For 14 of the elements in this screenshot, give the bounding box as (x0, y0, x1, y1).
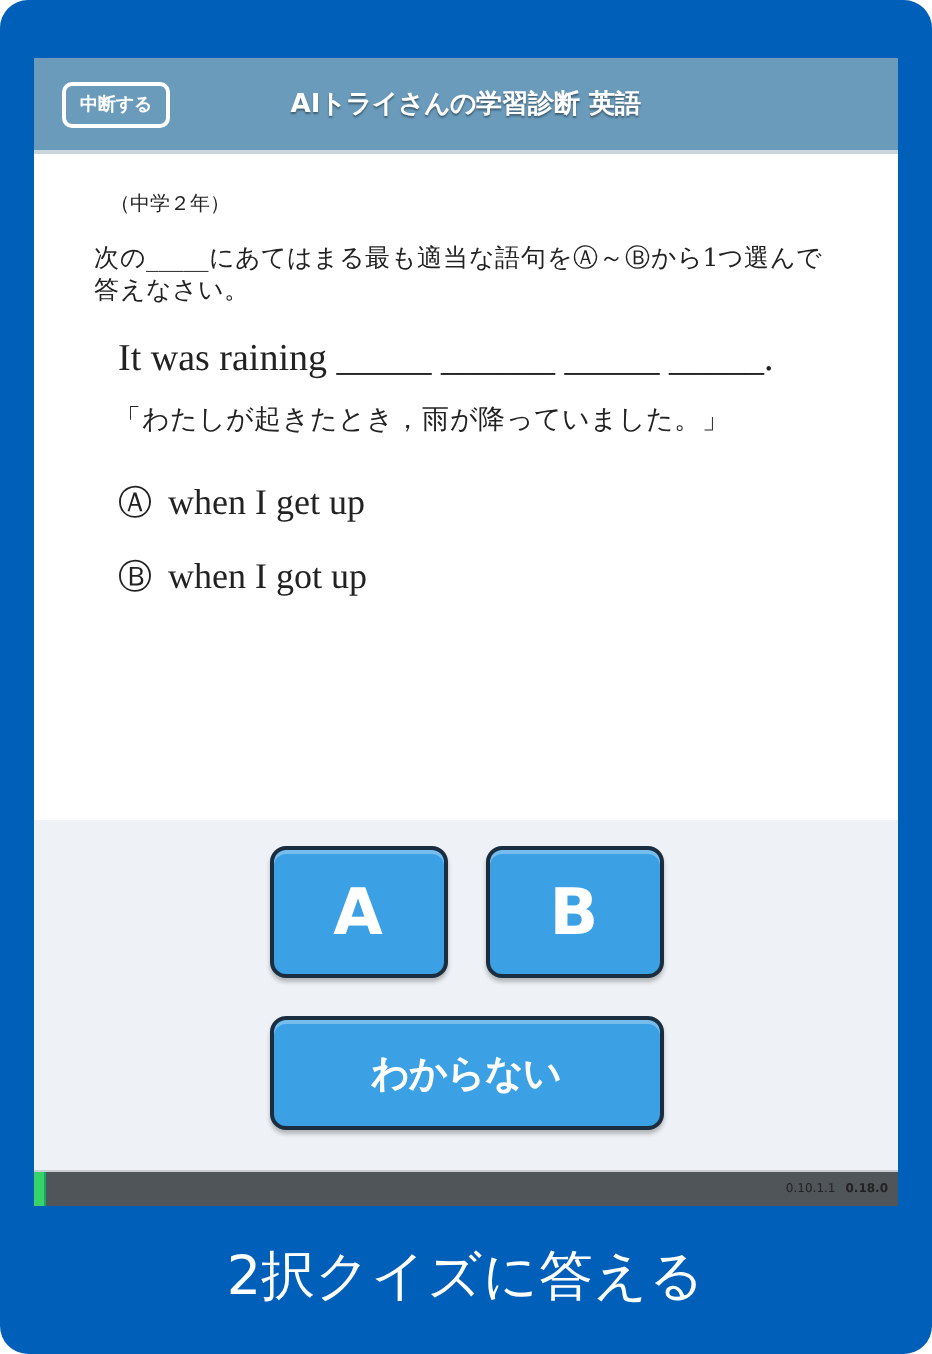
screen-title: AIトライさんの学習診断 英語 (290, 88, 642, 122)
grade-label: （中学２年） (110, 191, 232, 218)
answer-button[interactable]: B (485, 846, 663, 978)
choice-mark: Ⓑ (118, 556, 152, 600)
translation-text: 「わたしが起きたとき，雨が降っていました。」 (114, 402, 732, 438)
instruction-text: 次の_____にあてはまる最も適当な語句をⒶ～Ⓑから1つ選んで答えなさい。 (94, 242, 825, 306)
choice-mark: Ⓐ (118, 482, 152, 526)
answer-button[interactable]: わからない (269, 1016, 663, 1130)
stop-button[interactable]: 中断する (62, 81, 170, 127)
caption-text: 2択クイズに答える (224, 1244, 708, 1312)
answer-button[interactable]: A (269, 846, 447, 978)
choice-text: when I get up (168, 482, 365, 524)
question-sentence: It was raining _____ ______ _____ _____. (118, 338, 776, 382)
choice-text: when I got up (168, 556, 367, 598)
